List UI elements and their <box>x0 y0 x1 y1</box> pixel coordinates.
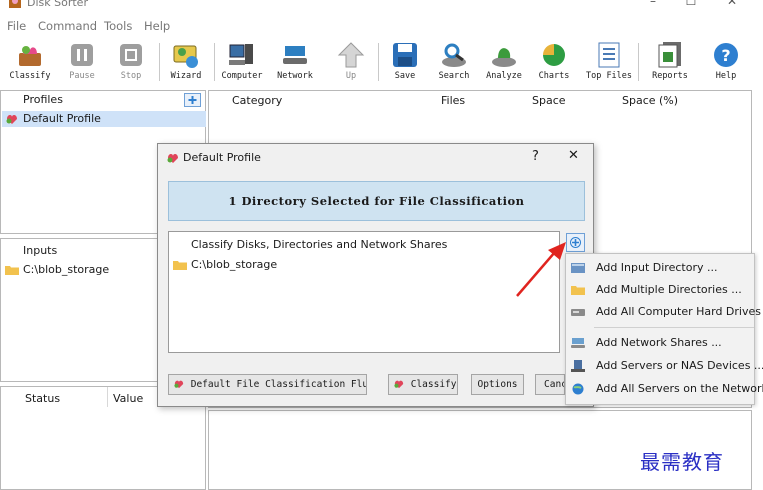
maximize-button[interactable]: ☐ <box>671 0 711 10</box>
cancel-button[interactable]: Canc <box>535 374 565 395</box>
input-path: C:\blob_storage <box>191 258 278 271</box>
toolbar: Classify Pause Stop Wizard Computer Netw… <box>0 38 763 88</box>
input-list: Classify Disks, Directories and Network … <box>168 231 560 353</box>
menu-item-add-network-shares[interactable]: Add Network Shares ... <box>566 332 756 354</box>
charts-icon <box>543 44 565 66</box>
menu-item-add-multiple-directories[interactable]: Add Multiple Directories ... <box>566 279 756 301</box>
profiles-header: Profiles <box>23 93 63 106</box>
profile-icon <box>167 153 178 163</box>
watermark-text: 最需教育 <box>640 450 724 474</box>
computer-button[interactable]: Computer <box>217 38 267 88</box>
profile-icon <box>394 380 404 389</box>
up-arrow-icon <box>337 42 365 68</box>
column-divider <box>107 387 108 407</box>
computer-icon <box>229 44 253 65</box>
hard-drive-icon <box>571 309 585 316</box>
menu-help[interactable]: Help <box>144 19 170 33</box>
add-input-menu: Add Input Directory ... Add Multiple Dir… <box>565 253 763 405</box>
minimize-button[interactable]: – <box>633 0 673 10</box>
plus-icon <box>188 96 197 104</box>
dialog-title: Default Profile <box>183 151 261 164</box>
value-column-header: Value <box>113 392 144 405</box>
input-path: C:\blob_storage <box>23 263 110 276</box>
profile-name: Default Profile <box>23 112 101 125</box>
menu-item-add-input-directory[interactable]: Add Input Directory ... <box>566 257 756 279</box>
up-button[interactable]: Up <box>326 38 376 88</box>
wizard-icon <box>173 45 198 68</box>
category-column-header[interactable]: Category <box>232 94 282 107</box>
input-directory-icon <box>571 263 585 273</box>
menu-separator <box>594 327 754 328</box>
folder-icon <box>5 266 19 275</box>
rules-dropdown-label: Default File Classification Flu <box>190 379 367 390</box>
search-icon <box>442 43 466 67</box>
list-item[interactable]: C:\blob_storage <box>170 256 558 272</box>
inputs-header: Inputs <box>23 244 58 257</box>
folder-icon <box>571 286 585 295</box>
space-column-header[interactable]: Space <box>532 94 566 107</box>
input-list-header: Classify Disks, Directories and Network … <box>191 238 448 251</box>
folder-icon <box>173 261 187 270</box>
stop-button[interactable]: Stop <box>106 38 156 88</box>
wizard-button[interactable]: Wizard <box>161 38 211 88</box>
classify-icon <box>19 46 41 66</box>
window-title: Disk Sorter <box>27 0 88 9</box>
reports-button[interactable]: Reports <box>645 38 695 88</box>
rules-dropdown[interactable]: Default File Classification Flu ▾ <box>168 374 367 395</box>
options-button[interactable]: Options <box>471 374 524 395</box>
list-item[interactable]: Default Profile <box>2 111 206 127</box>
network-button[interactable]: Network <box>270 38 320 88</box>
options-label: Options <box>477 379 518 390</box>
selection-banner: 1 Directory Selected for File Classifica… <box>168 181 585 221</box>
add-profile-button[interactable] <box>184 93 201 107</box>
profile-icon <box>174 380 184 389</box>
network-globe-icon <box>572 383 584 395</box>
analyze-icon <box>492 48 516 67</box>
classify-dialog-button[interactable]: Classify <box>388 374 458 395</box>
top-files-button[interactable]: Top Files <box>584 38 634 88</box>
menu-item-add-all-servers[interactable]: Add All Servers on the Network <box>566 378 763 400</box>
menu-item-add-servers-nas[interactable]: Add Servers or NAS Devices ... <box>566 355 763 377</box>
help-button[interactable]: ? Help <box>701 38 751 88</box>
pause-icon <box>71 44 93 66</box>
help-icon: ? <box>714 43 738 67</box>
annotation-arrow <box>516 242 566 297</box>
network-share-icon <box>571 338 585 348</box>
close-window-button[interactable]: ✕ <box>712 0 752 10</box>
title-bar: Disk Sorter – ☐ ✕ <box>0 0 763 14</box>
dialog-close-button[interactable]: ✕ <box>568 148 579 163</box>
menu-bar: File Command Tools Help <box>0 16 763 36</box>
reports-icon <box>658 42 681 68</box>
server-icon <box>571 360 585 372</box>
app-icon <box>9 0 21 8</box>
stop-icon <box>120 44 142 66</box>
charts-button[interactable]: Charts <box>529 38 579 88</box>
svg-text:?: ? <box>721 46 730 65</box>
classify-button[interactable]: Classify <box>5 38 55 88</box>
network-icon <box>283 46 307 64</box>
menu-item-add-all-hard-drives[interactable]: Add All Computer Hard Drives <box>566 301 761 323</box>
classify-dialog-label: Classify <box>410 379 457 390</box>
cancel-label: Canc <box>544 379 565 390</box>
profile-icon <box>6 114 17 124</box>
space-percent-column-header[interactable]: Space (%) <box>622 94 678 107</box>
menu-file[interactable]: File <box>7 19 26 33</box>
status-column-header: Status <box>25 392 61 405</box>
files-column-header[interactable]: Files <box>441 94 465 107</box>
menu-tools[interactable]: Tools <box>104 19 132 33</box>
save-icon <box>393 43 417 67</box>
top-files-icon <box>598 42 620 68</box>
menu-command[interactable]: Command <box>38 19 97 33</box>
dialog-help-button[interactable]: ? <box>532 149 539 164</box>
